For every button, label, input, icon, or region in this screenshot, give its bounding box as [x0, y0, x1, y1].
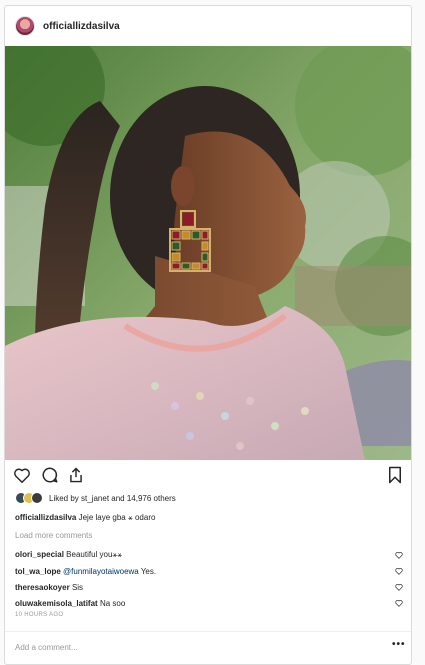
avatar[interactable] [15, 16, 35, 36]
more-options-icon[interactable]: ••• [392, 639, 406, 650]
comment-text: Na soo [99, 598, 126, 608]
comment-like-icon[interactable] [395, 599, 403, 609]
comment-like-icon[interactable] [395, 551, 403, 561]
comment-username[interactable]: theresaokoyer [15, 583, 70, 592]
comment-row: tol_wa_lope @funmilayotaiwoewa Yes. [15, 564, 405, 578]
liker-avatars[interactable] [15, 492, 43, 504]
comment-username[interactable]: tol_wa_lope [15, 567, 61, 576]
likes-row: Liked by st_janet and 14,976 others [15, 490, 176, 506]
comment-row: oluwakemisola_latifat Na soo [15, 596, 405, 610]
caption-username[interactable]: officiallizdasilva [15, 513, 76, 522]
post-photo[interactable] [5, 46, 411, 460]
comment-row: olori_special Beautiful you⚹⚹ [15, 548, 405, 562]
post-photo-image [5, 46, 411, 460]
comment-username[interactable]: oluwakemisola_latifat [15, 599, 98, 608]
post-card: officiallizdasilva Liked by st_janet and… [4, 5, 412, 665]
comment-row: theresaokoyer Sis [15, 580, 405, 594]
post-username[interactable]: officiallizdasilva [43, 21, 120, 32]
comment-like-icon[interactable] [395, 583, 403, 593]
comment-text: Yes. [140, 566, 157, 576]
likes-count[interactable]: Liked by st_janet and 14,976 others [49, 494, 176, 503]
share-icon[interactable] [68, 466, 84, 484]
comment-username[interactable]: olori_special [15, 550, 64, 559]
post-caption: officiallizdasilva Jeje laye gba ⚹ odaro [15, 513, 155, 523]
comment-text: Sis [71, 582, 84, 592]
bookmark-icon[interactable] [388, 466, 402, 484]
comment-text: Beautiful you⚹⚹ [66, 550, 123, 559]
post-actions [5, 462, 411, 490]
divider [5, 631, 411, 632]
post-timestamp[interactable]: 10 HOURS AGO [15, 612, 63, 618]
caption-text: Jeje laye gba ⚹ odaro [78, 513, 156, 522]
load-more-comments[interactable]: Load more comments [15, 531, 92, 540]
liker-avatar [31, 492, 43, 504]
comment-like-icon[interactable] [395, 567, 403, 577]
post-header: officiallizdasilva [5, 6, 411, 46]
comment-icon[interactable] [41, 466, 59, 484]
heart-icon[interactable] [13, 467, 31, 483]
comment-mention[interactable]: @funmilayotaiwoewa [63, 567, 139, 576]
